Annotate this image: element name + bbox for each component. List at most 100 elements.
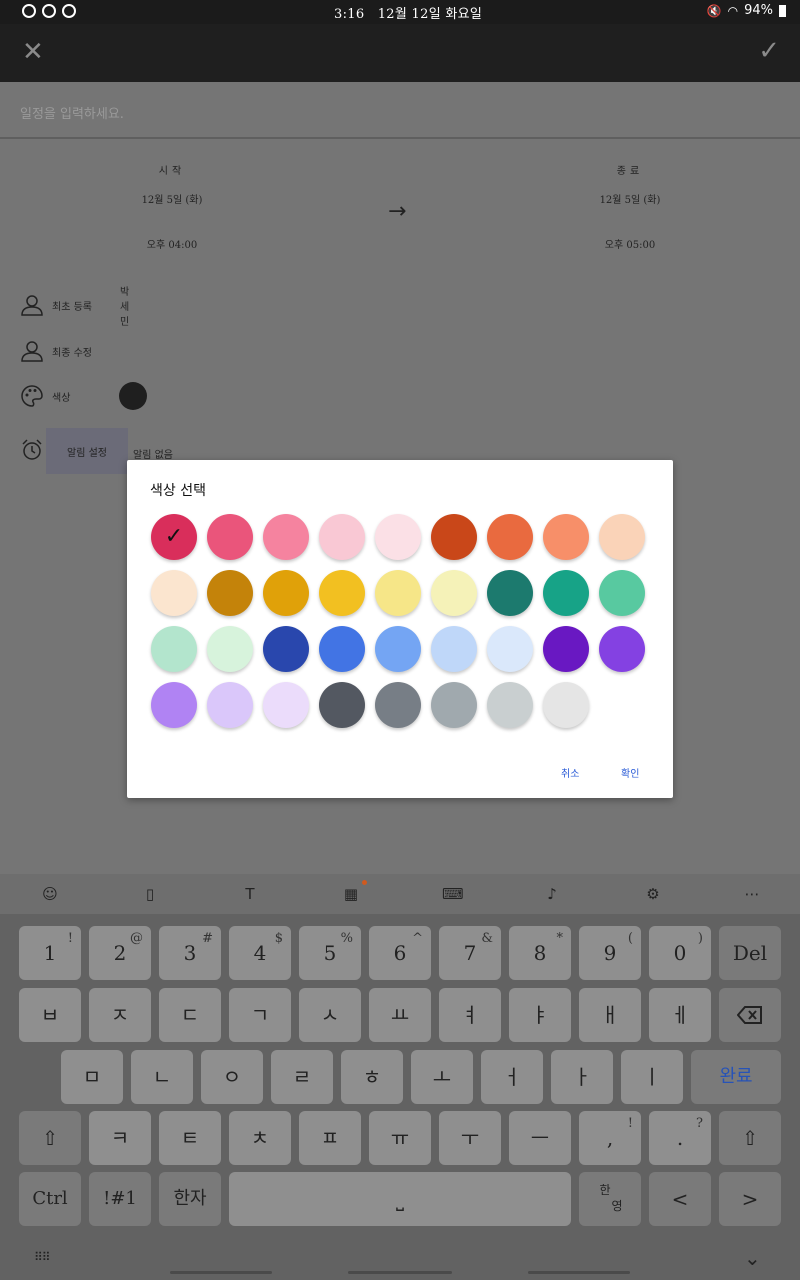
- hangul-key[interactable]: ㅋ: [89, 1111, 151, 1165]
- hangul-key[interactable]: ㅕ: [439, 988, 501, 1042]
- keyboard-mode-icon[interactable]: ⌨: [442, 884, 464, 904]
- hangul-key[interactable]: ㅇ: [201, 1050, 263, 1104]
- color-swatch[interactable]: [599, 514, 645, 560]
- hanja-key[interactable]: 한자: [159, 1172, 221, 1226]
- event-title-input[interactable]: 일정을 입력하세요.: [0, 82, 800, 139]
- color-row[interactable]: 색상: [20, 381, 70, 411]
- color-swatch[interactable]: [375, 626, 421, 672]
- color-swatch[interactable]: [431, 570, 477, 616]
- language-key[interactable]: 한 영: [579, 1172, 641, 1226]
- number-key[interactable]: 3 #: [159, 926, 221, 980]
- hangul-key[interactable]: ㄱ: [229, 988, 291, 1042]
- space-key[interactable]: ⎵: [229, 1172, 571, 1226]
- hangul-key[interactable]: ㄹ: [271, 1050, 333, 1104]
- color-swatch[interactable]: [375, 514, 421, 560]
- number-key[interactable]: 6 ^: [369, 926, 431, 980]
- number-key[interactable]: 9(: [579, 926, 641, 980]
- hangul-key[interactable]: ㅠ: [369, 1111, 431, 1165]
- color-swatch[interactable]: [151, 626, 197, 672]
- color-swatch[interactable]: [263, 682, 309, 728]
- color-swatch[interactable]: [599, 626, 645, 672]
- color-swatch[interactable]: [375, 570, 421, 616]
- cancel-button[interactable]: 취소: [561, 765, 579, 780]
- hangul-key[interactable]: ㄴ: [131, 1050, 193, 1104]
- clipboard-icon[interactable]: ▯: [140, 884, 160, 904]
- number-key[interactable]: 8 *: [509, 926, 571, 980]
- alarm-settings-button[interactable]: 알림 설정: [46, 428, 128, 474]
- number-key[interactable]: 4 $: [229, 926, 291, 980]
- settings-icon[interactable]: ⚙: [643, 884, 663, 904]
- nav-handle-right[interactable]: [528, 1271, 630, 1274]
- hangul-key[interactable]: ㄷ: [159, 988, 221, 1042]
- hangul-key[interactable]: ㅗ: [411, 1050, 473, 1104]
- nav-handle-left[interactable]: [170, 1271, 272, 1274]
- keyboard-layout-icon[interactable]: ⠿⠿: [34, 1250, 51, 1264]
- cursor-right-key[interactable]: >: [719, 1172, 781, 1226]
- color-swatch[interactable]: [431, 514, 477, 560]
- confirm-button[interactable]: 확인: [621, 765, 639, 780]
- hangul-key[interactable]: ㅐ: [579, 988, 641, 1042]
- end-time[interactable]: 오후 05:00: [530, 236, 730, 251]
- number-key[interactable]: 0): [649, 926, 711, 980]
- cursor-left-key[interactable]: <: [649, 1172, 711, 1226]
- color-swatch[interactable]: [487, 514, 533, 560]
- start-time[interactable]: 오후 04:00: [72, 236, 272, 251]
- delete-key[interactable]: Del: [719, 926, 781, 980]
- hangul-key[interactable]: ㅏ: [551, 1050, 613, 1104]
- shift-key-left[interactable]: ⇧: [19, 1111, 81, 1165]
- color-swatch[interactable]: [543, 514, 589, 560]
- color-swatch[interactable]: [543, 570, 589, 616]
- handwriting-icon[interactable]: T: [240, 884, 260, 904]
- symbols-key[interactable]: !#1: [89, 1172, 151, 1226]
- color-swatch[interactable]: [543, 626, 589, 672]
- hangul-key[interactable]: ㅑ: [509, 988, 571, 1042]
- hangul-key[interactable]: ㅂ: [19, 988, 81, 1042]
- color-swatch[interactable]: [151, 682, 197, 728]
- color-swatch[interactable]: [487, 570, 533, 616]
- color-swatch[interactable]: [319, 514, 365, 560]
- check-icon[interactable]: ✓: [758, 36, 780, 66]
- hide-keyboard-icon[interactable]: ⌄: [744, 1246, 761, 1270]
- shift-key-right[interactable]: ⇧: [719, 1111, 781, 1165]
- color-swatch[interactable]: [375, 682, 421, 728]
- hangul-key[interactable]: ㅁ: [61, 1050, 123, 1104]
- color-swatch[interactable]: [263, 514, 309, 560]
- hangul-key[interactable]: ㅊ: [229, 1111, 291, 1165]
- color-swatch[interactable]: [487, 682, 533, 728]
- hangul-key[interactable]: ㅓ: [481, 1050, 543, 1104]
- hangul-key[interactable]: ㅌ: [159, 1111, 221, 1165]
- hangul-key[interactable]: ㅍ: [299, 1111, 361, 1165]
- extract-text-icon[interactable]: ▦: [341, 884, 361, 904]
- selected-color-dot[interactable]: [119, 382, 147, 410]
- color-swatch[interactable]: [319, 570, 365, 616]
- end-date[interactable]: 12월 5일 (화): [530, 191, 730, 206]
- ctrl-key[interactable]: Ctrl: [19, 1172, 81, 1226]
- color-swatch[interactable]: [151, 570, 197, 616]
- hangul-key[interactable]: ㅈ: [89, 988, 151, 1042]
- color-swatch[interactable]: [431, 626, 477, 672]
- emoji-icon[interactable]: ☺: [40, 884, 60, 904]
- number-key[interactable]: 1!: [19, 926, 81, 980]
- mic-icon[interactable]: ♪: [542, 884, 562, 904]
- color-swatch[interactable]: [207, 570, 253, 616]
- hangul-key[interactable]: ㅔ: [649, 988, 711, 1042]
- color-swatch[interactable]: ✓: [151, 514, 197, 560]
- number-key[interactable]: 7 &: [439, 926, 501, 980]
- color-swatch[interactable]: [543, 682, 589, 728]
- close-icon[interactable]: ✕: [22, 38, 44, 66]
- period-key[interactable]: .?: [649, 1111, 711, 1165]
- color-swatch[interactable]: [207, 682, 253, 728]
- number-key[interactable]: 2 @: [89, 926, 151, 980]
- hangul-key[interactable]: ㅛ: [369, 988, 431, 1042]
- start-date[interactable]: 12월 5일 (화): [72, 191, 272, 206]
- color-swatch[interactable]: [319, 682, 365, 728]
- color-swatch[interactable]: [207, 626, 253, 672]
- number-key[interactable]: 5%: [299, 926, 361, 980]
- nav-handle-center[interactable]: [348, 1271, 452, 1274]
- hangul-key[interactable]: ㅡ: [509, 1111, 571, 1165]
- color-swatch[interactable]: [263, 626, 309, 672]
- color-swatch[interactable]: [487, 626, 533, 672]
- hangul-key[interactable]: ㅅ: [299, 988, 361, 1042]
- hangul-key[interactable]: ㅣ: [621, 1050, 683, 1104]
- color-swatch[interactable]: [263, 570, 309, 616]
